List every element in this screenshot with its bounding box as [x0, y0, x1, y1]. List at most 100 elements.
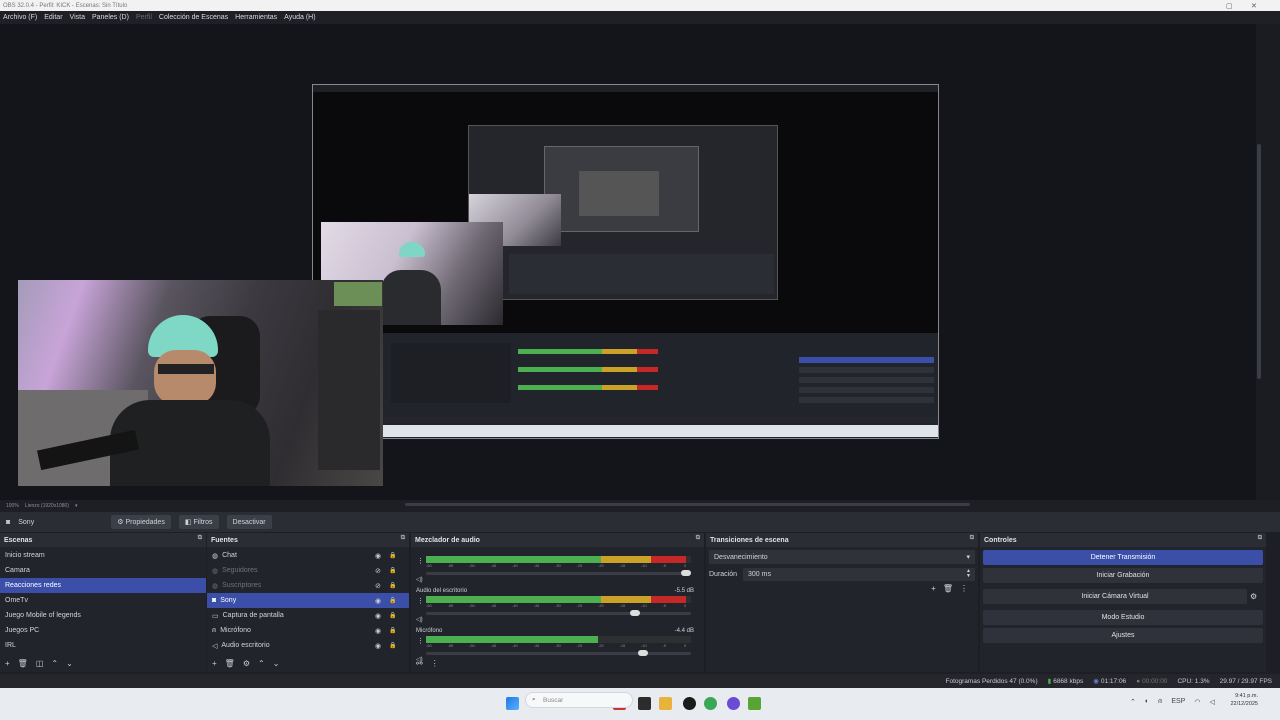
dock-settings-icon[interactable]: ⧉ [401, 535, 405, 542]
more-icon[interactable]: ⋮ [431, 659, 439, 668]
add-icon[interactable]: + [5, 659, 10, 668]
eye-icon[interactable]: ◉ [375, 597, 381, 605]
menu-archivo[interactable]: Archivo (F) [3, 14, 37, 21]
chevron-up-icon[interactable]: ⌃ [51, 659, 58, 668]
preview-vertical-scrollbar[interactable] [1256, 24, 1280, 500]
dock-settings-icon[interactable]: ⧉ [1258, 535, 1262, 542]
chevron-down-icon[interactable]: ▾ [75, 503, 78, 509]
lock-icon[interactable]: 🔒 [389, 567, 396, 574]
menu-perfil[interactable]: Perfil [136, 14, 152, 21]
chrome-icon[interactable] [704, 697, 717, 710]
trash-icon[interactable]: 🗑 [225, 659, 235, 668]
preview-horizontal-scrollbar[interactable] [405, 503, 970, 506]
scene-item[interactable]: Juegos PC [0, 623, 206, 638]
transition-select[interactable]: Desvanecimiento ▾ [709, 550, 975, 564]
lock-icon[interactable]: 🔒 [389, 582, 396, 589]
menu-vista[interactable]: Vista [70, 14, 85, 21]
lock-icon[interactable]: 🔒 [389, 552, 396, 559]
chevron-up-icon[interactable]: ⌃ [1130, 698, 1136, 706]
source-item[interactable]: ◍ Chat ◉ 🔒 [207, 548, 409, 563]
screen-capture-source[interactable] [312, 84, 939, 439]
more-icon[interactable]: ⋮ [417, 637, 424, 645]
volume-knob[interactable] [681, 570, 691, 576]
scene-item[interactable]: Juego Mobile of legends [0, 608, 206, 623]
volume-slider[interactable] [426, 610, 691, 616]
source-item[interactable]: ⍝ Micrófono ◉ 🔒 [207, 623, 409, 638]
camera-source-sony[interactable] [18, 280, 383, 486]
eye-icon[interactable]: ◉ [375, 612, 381, 620]
volume-knob[interactable] [630, 610, 640, 616]
duration-input[interactable]: 300 ms ▲ ▼ [743, 567, 975, 581]
link-icon[interactable]: ⚯ [416, 659, 423, 668]
speaker-icon[interactable]: ◁ [1209, 698, 1214, 706]
folder-icon[interactable] [659, 697, 672, 710]
preview-area[interactable] [0, 24, 1256, 500]
scene-item[interactable]: Camara [0, 563, 206, 578]
filters-button[interactable]: ◧ Filtros [178, 515, 219, 529]
menu-editar[interactable]: Editar [44, 14, 62, 21]
chevron-down-icon[interactable]: ⌄ [66, 659, 73, 668]
more-icon[interactable]: ⋮ [417, 597, 424, 605]
scrollbar-thumb[interactable] [1257, 144, 1261, 379]
spin-icon[interactable]: ▲ ▼ [966, 569, 971, 579]
lock-icon[interactable]: 🔒 [389, 642, 396, 649]
properties-button[interactable]: ⚙ Propiedades [111, 515, 171, 529]
eye-icon[interactable]: ◉ [375, 642, 381, 650]
deactivate-button[interactable]: Desactivar [226, 515, 272, 529]
eye-off-icon[interactable]: ⊘ [375, 582, 381, 590]
menu-ayuda[interactable]: Ayuda (H) [284, 14, 315, 21]
filter-icon[interactable]: ◫ [36, 659, 44, 668]
gear-icon[interactable]: ⚙ [243, 659, 250, 668]
speaker-icon[interactable]: ◁) [416, 576, 423, 583]
menu-paneles[interactable]: Paneles (D) [92, 14, 129, 21]
zoom-level[interactable]: 100% [6, 503, 19, 509]
clock[interactable]: 9:41 p.m. 22/12/2025 [1228, 692, 1258, 708]
obs-icon[interactable] [683, 697, 696, 710]
microphone-icon[interactable]: ⍝ [1158, 698, 1162, 706]
eye-icon[interactable]: ◉ [375, 552, 381, 560]
speaker-icon[interactable]: ◁) [416, 616, 423, 623]
settings-button[interactable]: Ajustes [983, 628, 1263, 643]
dock-settings-icon[interactable]: ⧉ [198, 535, 202, 542]
studio-mode-button[interactable]: Modo Estudio [983, 610, 1263, 625]
app-icon[interactable] [727, 697, 740, 710]
app-icon[interactable] [748, 697, 761, 710]
scene-item[interactable]: OmeTv [0, 593, 206, 608]
volume-slider[interactable] [426, 570, 691, 576]
source-item[interactable]: ◙ Sony ◉ 🔒 [207, 593, 409, 608]
more-icon[interactable]: ⋮ [417, 557, 424, 565]
wifi-icon[interactable]: ◠ [1194, 698, 1200, 706]
menu-herramientas[interactable]: Herramientas [235, 14, 277, 21]
close-icon[interactable]: ✕ [1251, 0, 1257, 11]
maximize-icon[interactable]: ▢ [1226, 0, 1233, 11]
start-recording-button[interactable]: Iniciar Grabación [983, 568, 1263, 583]
dock-settings-icon[interactable]: ⧉ [696, 535, 700, 542]
windows-start-icon[interactable] [506, 697, 519, 710]
trash-icon[interactable]: 🗑 [943, 584, 953, 593]
scene-item[interactable]: Inicio stream [0, 548, 206, 563]
menu-coleccion[interactable]: Colección de Escenas [159, 14, 228, 21]
scene-item[interactable]: IRL [0, 638, 206, 653]
lock-icon[interactable]: 🔒 [389, 627, 396, 634]
stop-streaming-button[interactable]: Detener Transmisión [983, 550, 1263, 565]
trash-icon[interactable]: 🗑 [18, 659, 28, 668]
dock-settings-icon[interactable]: ⧉ [970, 535, 974, 542]
source-item[interactable]: ◍ Suscriptores ⊘ 🔒 [207, 578, 409, 593]
app-icon[interactable] [638, 697, 651, 710]
chevron-up-icon[interactable]: ⌃ [258, 659, 265, 668]
scene-item[interactable]: Reacciones redes [0, 578, 206, 593]
eye-icon[interactable]: ◉ [375, 627, 381, 635]
add-icon[interactable]: + [212, 659, 217, 668]
lock-icon[interactable]: 🔒 [389, 612, 396, 619]
add-icon[interactable]: + [931, 584, 936, 593]
source-item[interactable]: ▭ Captura de pantalla ◉ 🔒 [207, 608, 409, 623]
chevron-down-icon[interactable]: ⌄ [273, 659, 280, 668]
taskbar-search[interactable]: ⌕ Buscar [525, 692, 633, 708]
app-icon[interactable]: ◐ [1145, 698, 1149, 706]
eye-off-icon[interactable]: ⊘ [375, 567, 381, 575]
gear-icon[interactable]: ⚙ [1250, 592, 1266, 601]
lock-icon[interactable]: 🔒 [389, 597, 396, 604]
source-item[interactable]: ◍ Seguidores ⊘ 🔒 [207, 563, 409, 578]
more-icon[interactable]: ⋮ [960, 584, 968, 593]
start-virtual-camera-button[interactable]: Iniciar Cámara Virtual [983, 589, 1247, 604]
